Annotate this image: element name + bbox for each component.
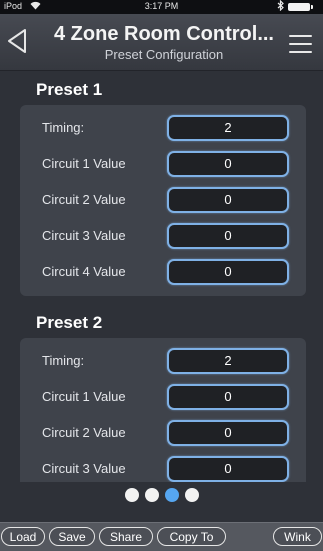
circuit-2-field[interactable]: 0 [167, 187, 289, 213]
bottom-toolbar: Load Save Share Copy To Wink [0, 522, 323, 551]
bluetooth-icon [277, 0, 284, 14]
circuit-4-field[interactable]: 0 [167, 259, 289, 285]
circuit-1-label: Circuit 1 Value [42, 389, 126, 404]
circuit-1-row: Circuit 1 Value 0 [20, 146, 306, 182]
circuit-3-field[interactable]: 0 [167, 223, 289, 249]
circuit-1-field[interactable]: 0 [167, 384, 289, 410]
save-button[interactable]: Save [49, 527, 95, 546]
page-dot[interactable] [144, 488, 159, 502]
timing-row: Timing: 2 [20, 343, 306, 379]
circuit-1-field[interactable]: 0 [167, 151, 289, 177]
page-dot[interactable] [184, 488, 199, 502]
page-dot[interactable] [124, 488, 139, 502]
hamburger-menu-icon[interactable] [289, 35, 312, 53]
preset-title: Preset 1 [36, 80, 103, 99]
timing-label: Timing: [42, 353, 85, 368]
page-title: 4 Zone Room Control... [54, 23, 274, 45]
timing-label: Timing: [42, 120, 85, 135]
status-bar: iPod 3:17 PM [0, 0, 323, 14]
timing-field[interactable]: 2 [167, 348, 289, 374]
preset-2-section: Preset 2 Timing: 2 Circuit 1 Value 0 Cir… [20, 313, 306, 482]
page-subtitle: Preset Configuration [104, 47, 224, 62]
circuit-3-row: Circuit 3 Value 0 [20, 218, 306, 254]
circuit-3-label: Circuit 3 Value [42, 228, 126, 243]
circuit-3-row: Circuit 3 Value 0 [20, 451, 306, 482]
page-indicator[interactable] [0, 488, 323, 504]
circuit-3-label: Circuit 3 Value [42, 461, 126, 476]
clock: 3:17 PM [144, 1, 179, 11]
circuit-2-row: Circuit 2 Value 0 [20, 415, 306, 451]
preset-card: Timing: 2 Circuit 1 Value 0 Circuit 2 Va… [20, 105, 306, 296]
battery-icon [288, 3, 313, 11]
load-button[interactable]: Load [1, 527, 45, 546]
preset-title: Preset 2 [36, 313, 103, 332]
circuit-2-field[interactable]: 0 [167, 420, 289, 446]
circuit-2-label: Circuit 2 Value [42, 192, 126, 207]
back-triangle-icon[interactable] [6, 28, 28, 54]
preset-list[interactable]: Preset 1 Timing: 2 Circuit 1 Value 0 Cir… [20, 74, 306, 482]
circuit-4-row: Circuit 4 Value 0 [20, 254, 306, 290]
wink-button[interactable]: Wink [273, 527, 322, 546]
nav-header: 4 Zone Room Control... Preset Configurat… [0, 14, 323, 71]
circuit-4-label: Circuit 4 Value [42, 264, 126, 279]
circuit-1-label: Circuit 1 Value [42, 156, 126, 171]
circuit-2-row: Circuit 2 Value 0 [20, 182, 306, 218]
page-dot-active[interactable] [164, 488, 179, 502]
circuit-2-label: Circuit 2 Value [42, 425, 126, 440]
timing-row: Timing: 2 [20, 110, 306, 146]
preset-card: Timing: 2 Circuit 1 Value 0 Circuit 2 Va… [20, 338, 306, 482]
preset-1-section: Preset 1 Timing: 2 Circuit 1 Value 0 Cir… [20, 80, 306, 296]
circuit-3-field[interactable]: 0 [167, 456, 289, 482]
share-button[interactable]: Share [99, 527, 153, 546]
copy-to-button[interactable]: Copy To [157, 527, 226, 546]
circuit-1-row: Circuit 1 Value 0 [20, 379, 306, 415]
timing-field[interactable]: 2 [167, 115, 289, 141]
